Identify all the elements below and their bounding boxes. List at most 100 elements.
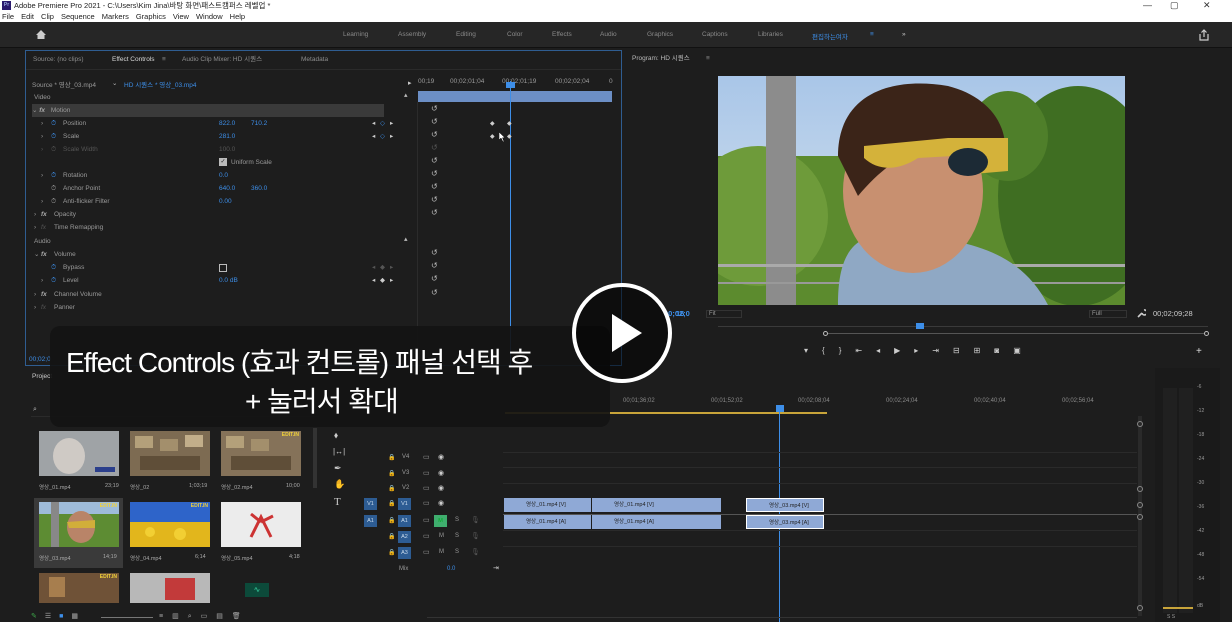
thumbnail-size-slider[interactable] (101, 617, 153, 618)
fx-icon[interactable]: fx (41, 248, 47, 261)
workspace-libraries[interactable]: Libraries (758, 31, 783, 38)
microphone-icon[interactable]: 🎙 (471, 516, 480, 524)
workspace-editing[interactable]: Editing (456, 31, 476, 38)
audio-clip-1[interactable]: 영상_01.mp4 [A] (504, 515, 591, 529)
lock-icon[interactable]: 🔒 (388, 517, 395, 524)
reset-icon[interactable]: ↺ (431, 130, 438, 139)
antiflicker-value[interactable]: 0.00 (219, 195, 232, 208)
fx-icon[interactable]: fx (41, 208, 47, 221)
track-a2-label[interactable]: A2 (398, 531, 411, 543)
uniform-scale-checkbox[interactable]: ✓ (219, 158, 227, 166)
scroll-handle[interactable] (1137, 502, 1143, 508)
new-bin-icon[interactable]: ▭ (201, 613, 217, 620)
add-keyframe-icon[interactable]: ◇ (380, 117, 385, 130)
time-ruler[interactable] (718, 326, 1208, 327)
workspace-effects[interactable]: Effects (552, 31, 572, 38)
thumbnail-8[interactable] (130, 573, 210, 603)
next-keyframe-icon[interactable]: ▸ (390, 274, 393, 287)
thumbnail-1[interactable] (39, 431, 119, 476)
volume-row[interactable]: ⌄ fx Volume (26, 248, 418, 261)
new-item-icon[interactable]: ▤ (216, 613, 232, 620)
add-keyframe-icon[interactable]: ◆ (380, 274, 385, 287)
reset-icon[interactable]: ↺ (431, 288, 438, 297)
scale-value[interactable]: 281.0 (219, 130, 235, 143)
workspace-menu-icon[interactable]: ≡ (870, 31, 874, 38)
workspace-graphics[interactable]: Graphics (647, 31, 673, 38)
mark-in-icon[interactable]: { (822, 346, 839, 355)
trash-icon[interactable]: 🗑 (232, 613, 250, 620)
reset-icon[interactable]: ↺ (431, 156, 438, 165)
play-icon[interactable]: ▶ (894, 346, 914, 355)
stopwatch-icon[interactable]: ⏱ (51, 130, 56, 143)
reset-icon[interactable]: ↺ (431, 195, 438, 204)
hand-tool-icon[interactable]: ✋ (334, 479, 345, 490)
video-clip-1[interactable]: 영상_01.mp4 [V] (504, 498, 591, 512)
effect-controls-panel[interactable]: Source: (no clips) Effect Controls ≡ Aud… (25, 50, 622, 367)
track-v3-label[interactable]: V3 (402, 470, 409, 476)
keyframe-icon[interactable]: ◆ (490, 133, 495, 140)
workspace-active[interactable]: 편집하는여자 (812, 31, 848, 41)
microphone-icon[interactable]: 🎙 (471, 548, 480, 556)
next-keyframe-icon[interactable]: ▸ (390, 117, 393, 130)
sequence-clip-link[interactable]: HD 시퀀스 * 영상_03.mp4 (124, 79, 197, 89)
search-icon[interactable]: ⌕ (33, 406, 37, 414)
next-keyframe-icon[interactable]: ▸ (390, 130, 393, 143)
stopwatch-icon[interactable]: ⏱ (51, 117, 56, 130)
prev-keyframe-icon[interactable]: ◂ (372, 130, 375, 143)
mute-button-a1[interactable]: M (434, 515, 447, 527)
find-icon[interactable]: ⌕ (188, 613, 201, 620)
zoom-scroll-end[interactable] (1204, 331, 1209, 336)
stopwatch-icon[interactable]: ⏱ (51, 169, 56, 182)
program-monitor[interactable]: Program: HD 시퀀스 ≡ 00;02;0 16 Fit Full 00… (626, 50, 1218, 366)
thumbnail-3[interactable]: EDIT.IN (221, 431, 301, 476)
sync-lock-icon[interactable]: ▭ (423, 453, 430, 461)
home-icon[interactable] (35, 29, 47, 40)
reset-icon[interactable]: ↺ (431, 274, 438, 283)
sync-lock-icon[interactable]: ▭ (423, 469, 430, 477)
scroll-handle[interactable] (1137, 605, 1143, 611)
panner-row[interactable]: › fx Panner (26, 301, 418, 314)
work-area-bar[interactable] (722, 412, 827, 414)
icon-view-icon[interactable]: ■ (59, 613, 71, 620)
position-y-value[interactable]: 710.2 (251, 117, 267, 130)
reset-icon[interactable]: ↺ (431, 117, 438, 126)
stopwatch-icon[interactable]: ⏱ (51, 261, 56, 274)
collapse-up-icon[interactable]: ▴ (404, 235, 408, 243)
mix-nav-icon[interactable]: ⇥ (493, 564, 499, 572)
workspace-color[interactable]: Color (507, 31, 523, 38)
keyframe-icon[interactable]: ◆ (490, 120, 495, 127)
reset-icon[interactable]: ↺ (431, 261, 438, 270)
video-clip-2[interactable]: 영상_01.mp4 [V] (592, 498, 721, 512)
add-marker-icon[interactable]: ▾ (804, 346, 822, 355)
video-play-button[interactable] (572, 283, 672, 383)
button-editor-icon[interactable]: + (1196, 346, 1202, 357)
reset-icon[interactable]: ↺ (431, 104, 438, 113)
eye-icon[interactable]: ◉ (438, 499, 444, 507)
rotation-value[interactable]: 0.0 (219, 169, 228, 182)
menu-help[interactable]: Help (230, 11, 245, 22)
lock-icon[interactable]: 🔒 (388, 549, 395, 556)
opacity-row[interactable]: › fx Opacity (26, 208, 418, 221)
prev-keyframe-icon[interactable]: ◂ (372, 274, 375, 287)
extract-icon[interactable]: ⊞ (974, 346, 995, 355)
audio-clip-3[interactable]: 영상_03.mp4 [A] (746, 515, 824, 529)
minimize-button[interactable]: — (1143, 0, 1152, 11)
video-clip-3[interactable]: 영상_03.mp4 [V] (746, 498, 824, 512)
eye-icon[interactable]: ◉ (438, 484, 444, 492)
scroll-handle[interactable] (1137, 421, 1143, 427)
project-scrollbar[interactable] (313, 428, 317, 488)
lock-icon[interactable]: 🔒 (388, 533, 395, 540)
reset-icon[interactable]: ↺ (431, 169, 438, 178)
workspace-captions[interactable]: Captions (702, 31, 728, 38)
go-to-in-icon[interactable]: ⇤ (855, 346, 876, 355)
collapse-up-icon[interactable]: ▴ (404, 91, 408, 99)
pen-tool-icon[interactable]: ✒ (334, 463, 342, 474)
sync-lock-icon[interactable]: ▭ (423, 548, 430, 556)
menu-graphics[interactable]: Graphics (136, 11, 166, 22)
solo-button-a2[interactable]: S (455, 533, 459, 539)
stopwatch-icon[interactable]: ⏱ (51, 195, 56, 208)
menu-sequence[interactable]: Sequence (61, 11, 95, 22)
mute-button-a3[interactable]: M (439, 549, 444, 555)
stopwatch-icon[interactable]: ⏱ (51, 274, 56, 287)
zoom-scroll-bar[interactable] (828, 333, 1204, 334)
